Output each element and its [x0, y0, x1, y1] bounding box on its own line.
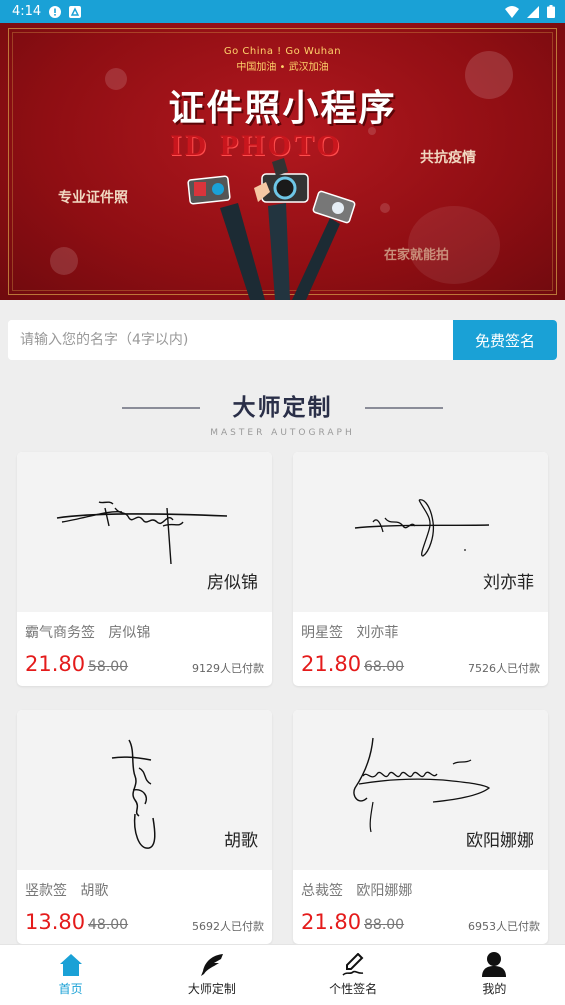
bottom-tab-bar: 首页 大师定制 个性签名 我的 — [0, 944, 565, 1005]
banner-cn-slogan: 中国加油 • 武汉加油 — [236, 62, 329, 73]
section-header: 大师定制 MASTER AUTOGRAPH — [0, 388, 565, 438]
user-icon — [482, 952, 507, 977]
tab-master-custom[interactable]: 大师定制 — [141, 945, 282, 1005]
home-icon — [59, 954, 82, 976]
status-bar: 4:14 — [0, 0, 565, 23]
signature-name: 房似锦 — [207, 573, 258, 593]
signature-preview: 欧阳娜娜 — [293, 710, 548, 870]
tab-label: 大师定制 — [187, 982, 236, 996]
card-original-price: 68.00 — [364, 659, 405, 675]
card-paid-count: 7526人已付款 — [468, 662, 540, 675]
alert-icon — [49, 5, 62, 18]
card-price: 21.80 — [301, 652, 362, 676]
signature-name: 欧阳娜娜 — [466, 831, 534, 851]
banner-right-tag-top: 共抗疫情 — [420, 150, 476, 166]
card-paid-count: 6953人已付款 — [468, 920, 540, 933]
product-card[interactable]: 房似锦 霸气商务签 房似锦 21.80 58.00 9129人已付款 — [17, 452, 272, 686]
section-title: 大师定制 — [232, 395, 333, 421]
section-subtitle: MASTER AUTOGRAPH — [210, 428, 355, 438]
card-price: 21.80 — [25, 652, 86, 676]
product-card[interactable]: 胡歌 竖款签 胡歌 13.80 48.00 5692人已付款 — [17, 710, 272, 944]
tab-label: 首页 — [58, 982, 83, 996]
signal-icon — [527, 5, 539, 18]
banner-left-tag: 专业证件照 — [58, 190, 128, 206]
product-card[interactable]: 欧阳娜娜 总裁签 欧阳娜娜 21.80 88.00 6953人已付款 — [293, 710, 548, 944]
tab-home[interactable]: 首页 — [0, 945, 141, 1005]
card-original-price: 58.00 — [88, 659, 129, 675]
wifi-icon — [505, 5, 519, 18]
card-price: 13.80 — [25, 910, 86, 934]
quill-icon — [200, 954, 223, 976]
card-original-price: 88.00 — [364, 917, 405, 933]
product-card[interactable]: 刘亦菲 明星签 刘亦菲 21.80 68.00 7526人已付款 — [293, 452, 548, 686]
banner-en-slogan: Go China ! Go Wuhan — [223, 46, 342, 57]
app-notification-icon — [69, 5, 82, 18]
card-description: 竖款签 胡歌 — [25, 883, 109, 899]
promo-banner[interactable]: Go China ! Go Wuhan 中国加油 • 武汉加油 证件照小程序 I… — [0, 23, 565, 300]
signature-preview: 房似锦 — [17, 452, 272, 612]
pen-signature-icon — [342, 953, 364, 976]
tab-label: 个性签名 — [329, 982, 378, 996]
banner-right-tag-bottom: 在家就能拍 — [384, 248, 450, 263]
card-description: 总裁签 欧阳娜娜 — [301, 883, 413, 899]
signature-preview: 刘亦菲 — [293, 452, 548, 612]
banner-title: 证件照小程序 — [168, 87, 397, 129]
free-sign-button[interactable]: 免费签名 — [453, 320, 557, 360]
card-paid-count: 5692人已付款 — [192, 920, 264, 933]
signature-preview: 胡歌 — [17, 710, 272, 870]
tab-personal-signature[interactable]: 个性签名 — [283, 945, 424, 1005]
tab-label: 我的 — [482, 982, 507, 996]
card-price: 21.80 — [301, 910, 362, 934]
battery-icon — [547, 5, 555, 18]
signature-name: 刘亦菲 — [483, 573, 534, 593]
name-input[interactable] — [8, 320, 453, 360]
card-original-price: 48.00 — [88, 917, 129, 933]
status-time: 4:14 — [12, 4, 42, 19]
cameras-illustration — [187, 158, 356, 300]
signature-name: 胡歌 — [224, 831, 258, 851]
card-description: 霸气商务签 房似锦 — [25, 625, 151, 641]
tab-mine[interactable]: 我的 — [424, 945, 565, 1005]
name-search-bar: 免费签名 — [8, 320, 557, 360]
card-description: 明星签 刘亦菲 — [301, 625, 399, 641]
card-paid-count: 9129人已付款 — [192, 662, 264, 675]
